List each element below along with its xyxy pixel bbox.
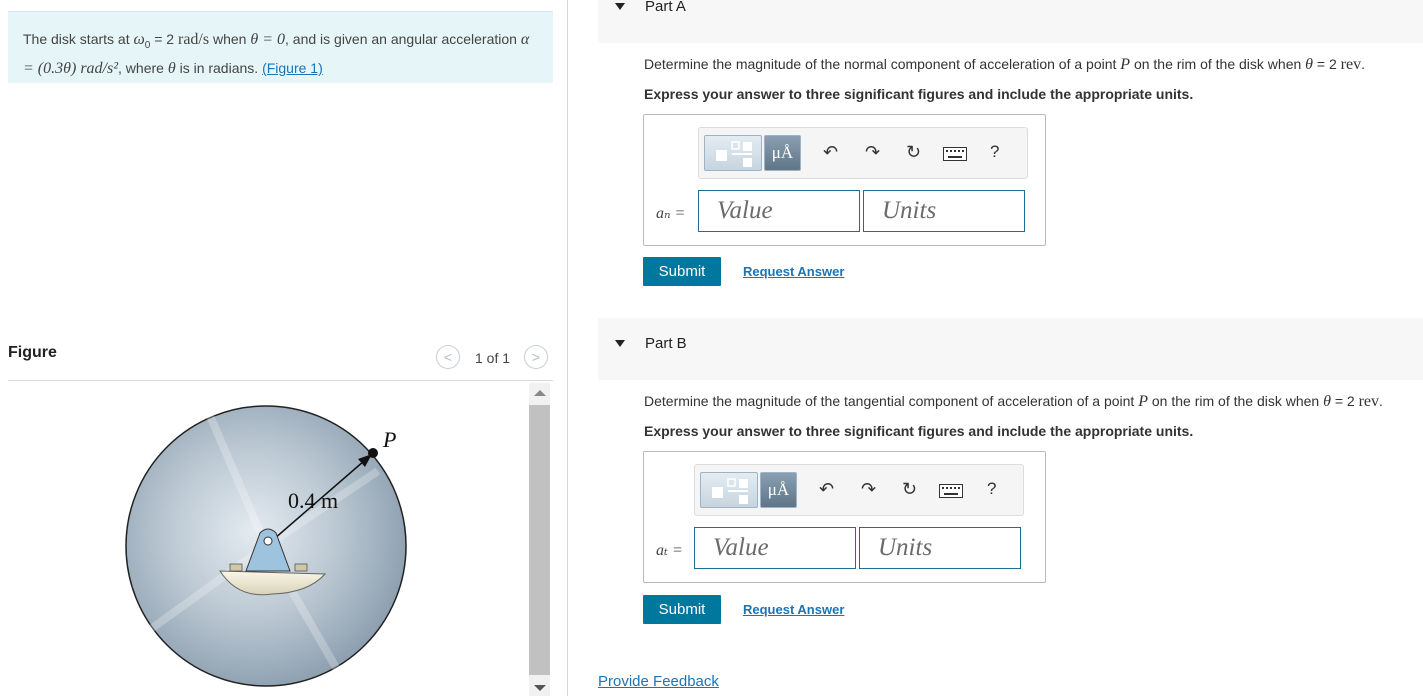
- units-input[interactable]: Units: [863, 190, 1025, 232]
- question-text: on the rim of the disk when: [1148, 393, 1324, 409]
- units-button[interactable]: μÅ: [764, 135, 801, 171]
- provide-feedback-link[interactable]: Provide Feedback: [598, 673, 719, 690]
- problem-text-4: , and is given an angular acceleration: [285, 31, 521, 47]
- rev-unit: rev: [1340, 56, 1362, 73]
- omega-symbol: ω: [133, 31, 145, 48]
- templates-button[interactable]: [704, 135, 762, 171]
- templates-icon: [716, 141, 752, 167]
- figure-prev-button[interactable]: <: [436, 345, 460, 369]
- part-a-question: Determine the magnitude of the normal co…: [644, 56, 1365, 73]
- math-toolbar: μÅ ↶ ↷ ↻ ?: [694, 464, 1024, 516]
- problem-statement: The disk starts at ω0 = 2 rad/s when θ =…: [8, 11, 553, 83]
- part-a-title: Part A: [645, 0, 686, 15]
- variable-label: aₜ =: [656, 542, 683, 559]
- rev-unit: rev: [1358, 393, 1380, 410]
- scroll-down-icon[interactable]: [534, 685, 546, 691]
- an-label: aₙ =: [656, 203, 685, 223]
- collapse-caret-icon[interactable]: [615, 340, 625, 347]
- point-label: P: [382, 427, 396, 452]
- figure-next-button[interactable]: >: [524, 345, 548, 369]
- part-b-question: Determine the magnitude of the tangentia…: [644, 393, 1383, 410]
- disk-figure: P 0.4 m: [125, 405, 407, 687]
- theta-symbol: θ: [1305, 56, 1314, 73]
- question-text: Determine the magnitude of the normal co…: [644, 56, 1121, 72]
- collapse-caret-icon[interactable]: [615, 3, 625, 10]
- value-input[interactable]: Value: [694, 527, 856, 569]
- part-b-submit-button[interactable]: Submit: [643, 595, 721, 624]
- variable-label: aₙ =: [656, 205, 686, 222]
- units-button[interactable]: μÅ: [760, 472, 797, 508]
- question-text: on the rim of the disk when: [1130, 56, 1306, 72]
- problem-text-2: = 2: [150, 31, 178, 47]
- panel-divider: [567, 0, 568, 696]
- omega-unit: rad/s: [177, 31, 210, 48]
- pin: [263, 536, 273, 546]
- undo-icon[interactable]: ↶: [819, 479, 834, 499]
- radius-label: 0.4 m: [288, 488, 338, 513]
- keyboard-icon[interactable]: [939, 484, 963, 498]
- question-value: = 2: [1330, 393, 1359, 409]
- problem-text-3: when: [209, 31, 251, 47]
- part-a-instruction: Express your answer to three significant…: [644, 86, 1194, 102]
- templates-icon: [712, 478, 748, 504]
- reset-icon[interactable]: ↻: [906, 142, 921, 162]
- part-a-submit-button[interactable]: Submit: [643, 257, 721, 286]
- help-button[interactable]: ?: [990, 142, 999, 162]
- question-value: = 2: [1313, 56, 1341, 72]
- figure-scrollbar[interactable]: [529, 383, 550, 696]
- keyboard-icon[interactable]: [943, 147, 967, 161]
- at-label: aₜ =: [656, 540, 683, 560]
- theta-zero: θ = 0: [250, 31, 285, 48]
- problem-text-6: is in radians.: [175, 59, 263, 76]
- redo-icon[interactable]: ↷: [865, 142, 880, 162]
- problem-text-5: , where: [118, 59, 168, 76]
- bolt-left: [229, 563, 243, 572]
- point-p-marker: [368, 448, 378, 458]
- point-symbol: P: [1120, 56, 1131, 73]
- templates-button[interactable]: [700, 472, 758, 508]
- point-symbol: P: [1138, 393, 1148, 410]
- units-input[interactable]: Units: [859, 527, 1021, 569]
- part-b-answer-box: μÅ ↶ ↷ ↻ ? aₜ = Value Units: [643, 451, 1046, 583]
- reset-icon[interactable]: ↻: [902, 479, 917, 499]
- part-a-answer-box: μÅ ↶ ↷ ↻ ? aₙ = Value Units: [643, 114, 1046, 246]
- theta-symbol: θ: [1323, 393, 1331, 410]
- part-b-instruction: Express your answer to three significant…: [644, 423, 1194, 439]
- theta-symbol: θ: [167, 59, 176, 77]
- math-toolbar: μÅ ↶ ↷ ↻ ?: [698, 127, 1028, 179]
- figure-title: Figure: [8, 344, 57, 361]
- scroll-up-icon[interactable]: [534, 390, 546, 396]
- part-b-request-answer-link[interactable]: Request Answer: [743, 602, 844, 617]
- redo-icon[interactable]: ↷: [861, 479, 876, 499]
- help-button[interactable]: ?: [987, 479, 996, 499]
- scrollbar-thumb[interactable]: [529, 405, 550, 675]
- undo-icon[interactable]: ↶: [823, 142, 838, 162]
- figure-link[interactable]: (Figure 1): [262, 60, 323, 76]
- bolt-right: [294, 563, 308, 572]
- question-text: Determine the magnitude of the tangentia…: [644, 393, 1139, 409]
- part-a-header[interactable]: Part A: [598, 0, 1423, 43]
- figure-counter: 1 of 1: [475, 350, 511, 366]
- part-b-header[interactable]: Part B: [598, 318, 1423, 380]
- value-input[interactable]: Value: [698, 190, 860, 232]
- problem-text-1: The disk starts at: [23, 31, 134, 47]
- part-a-request-answer-link[interactable]: Request Answer: [743, 264, 844, 279]
- part-b-title: Part B: [645, 335, 687, 352]
